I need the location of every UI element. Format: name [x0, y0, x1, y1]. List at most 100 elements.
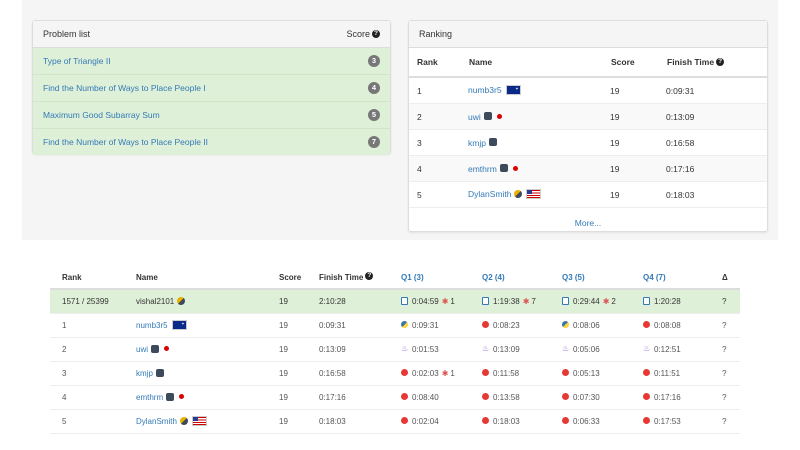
- col-q4[interactable]: Q4 (7): [643, 266, 722, 290]
- ranking-panel: Ranking Rank Name Score Finish Time? 1 n…: [408, 20, 768, 232]
- rank-cell: 2: [409, 103, 468, 130]
- delta-cell: ?: [722, 385, 740, 410]
- score-badge: 3: [368, 55, 380, 67]
- cpp-icon[interactable]: [482, 321, 489, 329]
- score-cell: 19: [610, 155, 666, 182]
- score-cell: 19: [279, 289, 319, 314]
- cube-icon: [151, 344, 160, 353]
- leaderboard-table: Rank Name Score Finish Time? Q1 (3) Q2 (…: [50, 266, 740, 434]
- score-cell: 19: [279, 337, 319, 362]
- java-icon[interactable]: ♨: [562, 344, 570, 353]
- cpp-icon[interactable]: [643, 321, 650, 329]
- user-link[interactable]: kmjp: [468, 138, 486, 148]
- rank-cell: 2: [50, 337, 136, 362]
- user-link[interactable]: DylanSmith: [136, 417, 177, 426]
- usa-flag-icon: [191, 415, 207, 426]
- finish-cell: 0:13:09: [319, 337, 401, 362]
- red-dot-icon: [496, 113, 502, 119]
- table-row: 5 DylanSmith 19 0:18:03 0:02:04 0:18:03 …: [50, 409, 740, 434]
- cpp-icon[interactable]: [643, 369, 650, 377]
- cube-icon: [514, 189, 523, 198]
- question-circle-icon[interactable]: ?: [372, 29, 380, 38]
- col-rank: Rank: [50, 266, 136, 290]
- more-link[interactable]: More...: [409, 208, 767, 238]
- delta-cell: ?: [722, 289, 740, 314]
- finish-cell: 0:16:58: [666, 129, 767, 156]
- finish-cell: 0:13:09: [666, 103, 767, 130]
- problem-link[interactable]: Maximum Good Subarray Sum: [43, 110, 160, 120]
- problem-link[interactable]: Find the Number of Ways to Place People …: [43, 137, 208, 147]
- cpp-icon[interactable]: [401, 393, 408, 401]
- finish-cell: 0:17:16: [666, 155, 767, 182]
- rank-cell: 4: [409, 155, 468, 182]
- cube-icon: [166, 392, 175, 401]
- bug-icon: ✱: [441, 369, 449, 378]
- score-cell: 19: [279, 313, 319, 338]
- table-row: 4 emthrm 19 0:17:16 0:08:40 0:13:58 0:07…: [50, 385, 740, 410]
- cpp-icon[interactable]: [643, 417, 650, 425]
- rank-cell: 3: [50, 361, 136, 386]
- cpp-icon[interactable]: [401, 417, 408, 425]
- problem-list-title: Problem list: [43, 29, 91, 39]
- cpp-icon[interactable]: [482, 393, 489, 401]
- score-badge: 7: [368, 136, 380, 148]
- finish-cell: 0:17:16: [319, 385, 401, 410]
- user-link[interactable]: DylanSmith: [468, 189, 511, 199]
- user-link[interactable]: emthrm: [468, 164, 497, 174]
- cpp-icon[interactable]: [562, 393, 569, 401]
- col-name: Name: [136, 266, 279, 290]
- cpp-icon[interactable]: [401, 369, 408, 377]
- finish-cell: 0:18:03: [666, 181, 767, 208]
- cube-icon: [155, 368, 164, 377]
- rank-cell: 5: [409, 181, 468, 208]
- cpp-icon[interactable]: [562, 369, 569, 377]
- cube-icon: [499, 164, 508, 173]
- cpp-icon[interactable]: [643, 393, 650, 401]
- col-q2[interactable]: Q2 (4): [482, 266, 562, 290]
- user-link[interactable]: numb3r5: [136, 321, 168, 330]
- col-q1[interactable]: Q1 (3): [401, 266, 482, 290]
- java-icon[interactable]: ♨: [482, 344, 490, 353]
- problem-row[interactable]: Maximum Good Subarray Sum 5: [33, 102, 390, 129]
- user-name: vishal2101: [136, 297, 175, 306]
- document-icon[interactable]: [562, 296, 569, 305]
- cpp-icon[interactable]: [562, 417, 569, 425]
- score-cell: 19: [610, 103, 666, 130]
- finish-cell: 2:10:28: [319, 289, 401, 314]
- problem-row[interactable]: Find the Number of Ways to Place People …: [33, 75, 390, 102]
- document-icon[interactable]: [482, 296, 489, 305]
- score-label: Score: [346, 29, 370, 39]
- rank-cell: 1571 / 25399: [50, 289, 136, 314]
- cpp-icon[interactable]: [482, 417, 489, 425]
- col-score: Score: [279, 266, 319, 290]
- col-q3[interactable]: Q3 (5): [562, 266, 643, 290]
- user-link[interactable]: emthrm: [136, 393, 163, 402]
- problem-link[interactable]: Type of Triangle II: [43, 56, 111, 66]
- java-icon[interactable]: ♨: [643, 344, 651, 353]
- user-link[interactable]: uwi: [136, 345, 148, 354]
- score-badge: 4: [368, 82, 380, 94]
- problem-row[interactable]: Find the Number of Ways to Place People …: [33, 129, 390, 155]
- document-icon[interactable]: [401, 296, 408, 305]
- red-dot-icon: [164, 346, 170, 352]
- problem-link[interactable]: Find the Number of Ways to Place People …: [43, 83, 206, 93]
- user-link[interactable]: uwi: [468, 112, 481, 122]
- problem-row[interactable]: Type of Triangle II 3: [33, 48, 390, 75]
- delta-cell: ?: [722, 337, 740, 362]
- table-row: 2 uwi 19 0:13:09: [409, 103, 767, 130]
- python-icon[interactable]: [401, 321, 408, 329]
- ranking-header: Ranking: [409, 21, 767, 48]
- java-icon[interactable]: ♨: [401, 344, 409, 353]
- table-row: 3 kmjp 19 0:16:58 0:02:03 ✱ 1 0:11:58 0:05…: [50, 361, 740, 386]
- cpp-icon[interactable]: [482, 369, 489, 377]
- col-delta: Δ: [722, 266, 740, 290]
- python-icon[interactable]: [562, 321, 569, 329]
- question-circle-icon[interactable]: ?: [365, 272, 374, 281]
- user-link[interactable]: kmjp: [136, 369, 153, 378]
- document-icon[interactable]: [643, 296, 650, 305]
- question-circle-icon[interactable]: ?: [716, 57, 725, 66]
- score-cell: 19: [279, 409, 319, 434]
- user-link[interactable]: numb3r5: [468, 85, 502, 95]
- my-row: 1571 / 25399 vishal2101 19 2:10:28 0:04:…: [50, 289, 740, 314]
- red-dot-icon: [179, 394, 185, 400]
